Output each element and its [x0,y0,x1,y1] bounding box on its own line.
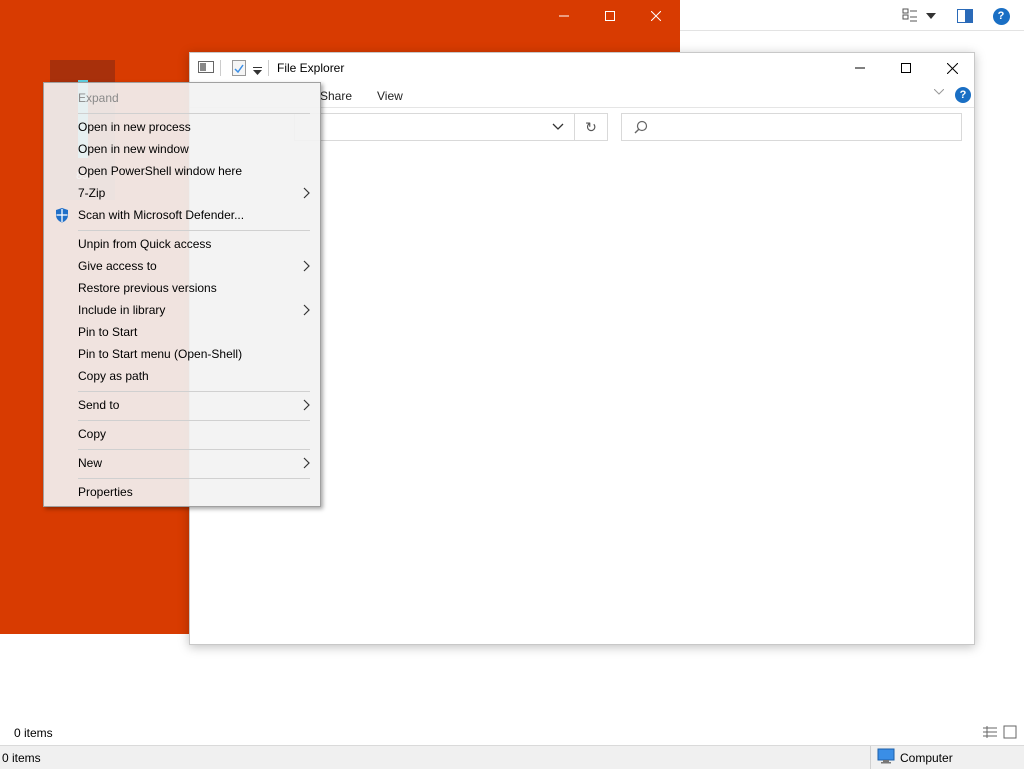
address-dropdown-icon[interactable] [552,120,564,134]
title-divider [220,60,221,76]
help-icon[interactable]: ? [992,6,1010,26]
menu-item-unpin-quick-access[interactable]: Unpin from Quick access [44,233,320,255]
menu-item-open-powershell[interactable]: Open PowerShell window here [44,160,320,182]
address-bar[interactable] [294,113,575,141]
dropdown-arrow-icon[interactable] [924,6,938,26]
menu-item-open-new-window[interactable]: Open in new window [44,138,320,160]
fe-minimize-button[interactable] [837,53,883,83]
menu-item-label: Open PowerShell window here [78,164,243,178]
item-count: 0 items [14,726,53,740]
system-menu-icon[interactable] [198,60,214,77]
context-menu: Expand Open in new process Open in new w… [43,82,321,507]
search-box[interactable] [621,113,962,141]
menu-item-copy[interactable]: Copy [44,423,320,445]
menu-item-label: Copy as path [78,369,149,383]
title-bar: File Explorer [190,53,974,83]
submenu-arrow-icon [303,399,310,414]
menu-item-label: Open in new window [78,142,189,156]
menu-item-new[interactable]: New [44,452,320,474]
search-input[interactable] [652,118,956,138]
defender-shield-icon [54,207,70,226]
item-count-lower: 0 items [2,751,41,765]
maximize-button[interactable] [587,4,633,28]
menu-separator [78,449,310,450]
status-bar-lower: 0 items Computer [0,745,1024,769]
menu-item-label: Expand [78,91,119,105]
menu-item-label: Scan with Microsoft Defender... [78,208,245,222]
title-divider-2 [268,60,269,76]
menu-item-expand[interactable]: Expand [44,87,320,109]
status-bar-upper: 0 items [0,722,1024,744]
menu-item-label: Pin to Start [78,325,138,339]
menu-item-label: Copy [78,427,107,441]
submenu-arrow-icon [303,187,310,202]
search-icon [634,120,648,137]
menu-item-label: 7-Zip [78,186,106,200]
computer-label: Computer [900,750,953,765]
menu-item-restore-versions[interactable]: Restore previous versions [44,277,320,299]
menu-item-label: Restore previous versions [78,281,217,295]
details-view-icon[interactable] [982,724,998,743]
submenu-arrow-icon [303,304,310,319]
tab-view[interactable]: View [377,89,403,103]
menu-separator [78,420,310,421]
view-switcher [982,724,1018,743]
menu-item-pin-start[interactable]: Pin to Start [44,321,320,343]
menu-item-label: Pin to Start menu (Open-Shell) [78,347,243,361]
preview-pane-icon[interactable] [955,6,975,26]
menu-separator [78,113,310,114]
menu-item-7zip[interactable]: 7-Zip [44,182,320,204]
computer-zone: Computer [870,746,1024,769]
customize-quick-access-icon[interactable] [253,64,262,78]
ribbon-help-icon[interactable]: ? [955,87,971,103]
menu-separator [78,478,310,479]
submenu-arrow-icon [303,457,310,472]
toolbar-divider [680,30,1024,31]
computer-icon [877,748,895,767]
menu-item-scan-defender[interactable]: Scan with Microsoft Defender... [44,204,320,226]
menu-item-give-access[interactable]: Give access to [44,255,320,277]
menu-item-label: Unpin from Quick access [78,237,212,251]
minimize-button[interactable] [541,4,587,28]
menu-item-label: New [78,456,103,470]
window-title: File Explorer [277,61,345,75]
menu-separator [78,391,310,392]
submenu-arrow-icon [303,260,310,275]
menu-item-label: Give access to [78,259,157,273]
fe-maximize-button[interactable] [883,53,929,83]
change-view-icon[interactable] [900,6,920,26]
menu-item-send-to[interactable]: Send to [44,394,320,416]
menu-item-label: Include in library [78,303,166,317]
menu-item-label: Properties [78,485,133,499]
fe-close-button[interactable] [929,53,975,83]
menu-item-copy-as-path[interactable]: Copy as path [44,365,320,387]
large-icons-view-icon[interactable] [1002,724,1018,743]
menu-item-open-new-process[interactable]: Open in new process [44,116,320,138]
properties-icon[interactable] [232,60,246,79]
menu-item-properties[interactable]: Properties [44,481,320,503]
menu-separator [78,230,310,231]
ribbon-expand-icon[interactable] [933,87,945,98]
menu-item-pin-start-openshell[interactable]: Pin to Start menu (Open-Shell) [44,343,320,365]
tab-share[interactable]: Share [320,89,352,103]
close-button[interactable] [633,4,679,28]
menu-item-label: Open in new process [78,120,191,134]
refresh-button[interactable]: ↻ [575,113,608,141]
menu-item-label: Send to [78,398,120,412]
menu-item-include-library[interactable]: Include in library [44,299,320,321]
